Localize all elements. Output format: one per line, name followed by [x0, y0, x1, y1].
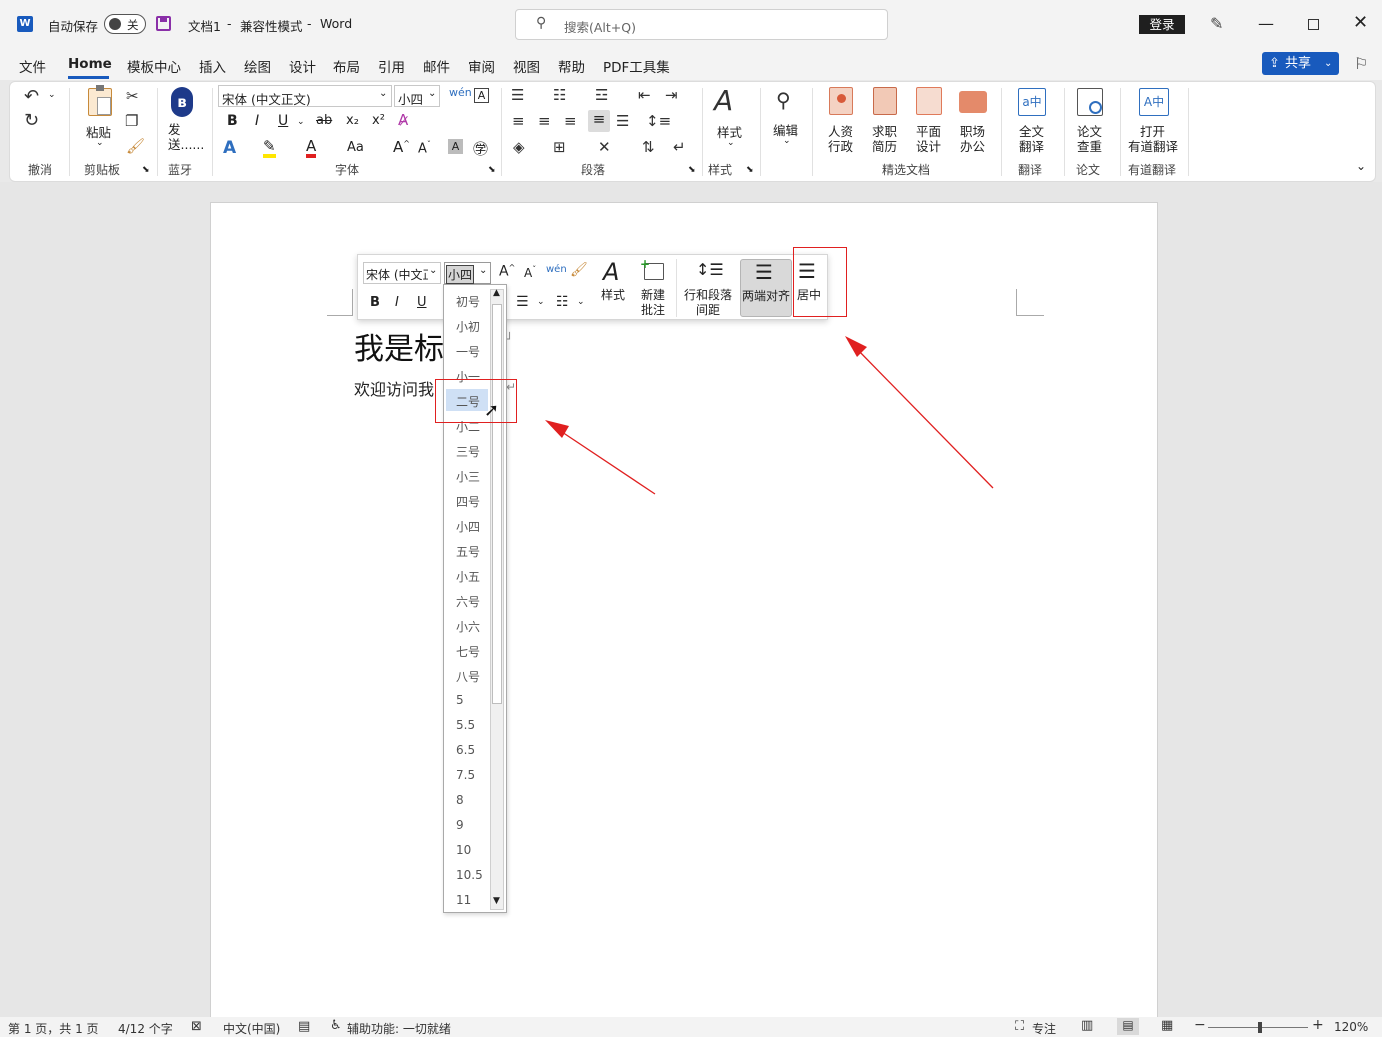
zoom-slider[interactable]	[1208, 1022, 1308, 1033]
arrow-head-1	[545, 420, 569, 438]
language[interactable]: 中文(中国)	[223, 1020, 280, 1037]
status-bar: 第 1 页，共 1 页 4/12 个字 ⊠ 中文(中国) ▤ ♿ 辅助功能: 一…	[0, 1017, 1382, 1037]
macro-icon[interactable]: ▤	[298, 1019, 310, 1034]
arrow-line-2	[854, 346, 994, 489]
zoom-slider-thumb[interactable]	[1258, 1022, 1262, 1033]
accessibility-status[interactable]: 辅助功能: 一切就绪	[347, 1020, 451, 1037]
focus-icon[interactable]: ⛶	[1015, 1019, 1024, 1034]
page-count[interactable]: 第 1 页，共 1 页	[8, 1020, 99, 1037]
zoom-in-icon[interactable]: +	[1312, 1017, 1324, 1033]
zoom-level[interactable]: 120%	[1334, 1020, 1368, 1034]
annotation-arrows	[545, 336, 994, 495]
arrow-head-2	[845, 336, 867, 357]
print-layout-icon[interactable]: ▤	[1117, 1018, 1139, 1035]
word-count[interactable]: 4/12 个字	[118, 1020, 173, 1037]
proofing-icon[interactable]: ⊠	[191, 1019, 202, 1034]
arrow-line-1	[555, 427, 656, 495]
zoom-out-icon[interactable]: −	[1194, 1017, 1206, 1033]
web-layout-icon[interactable]: ▦	[1161, 1018, 1173, 1033]
accessibility-icon[interactable]: ♿	[330, 1018, 342, 1033]
read-mode-icon[interactable]: ▥	[1081, 1018, 1093, 1033]
focus-label[interactable]: 专注	[1032, 1020, 1056, 1037]
